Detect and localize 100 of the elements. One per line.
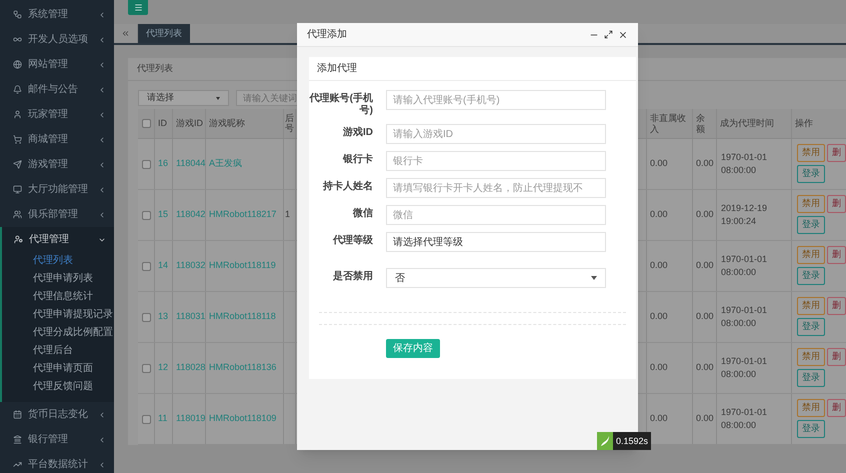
disable-button[interactable]: 禁用 [797,195,825,213]
id-link[interactable]: 15 [158,208,168,222]
delete-button[interactable]: 删 [827,348,846,366]
login-button[interactable]: 登录 [797,165,825,183]
tab[interactable]: 代理列表 [138,24,190,43]
checkbox[interactable] [142,210,150,220]
input-field[interactable]: 银行卡 [386,151,606,171]
login-button[interactable]: 登录 [797,420,825,438]
nickname-link[interactable]: HMRobot118118 [209,310,276,324]
id-link[interactable]: 11 [158,412,168,426]
cart-icon [13,135,22,144]
submenu-item[interactable]: 代理列表 [2,252,114,270]
id-link[interactable]: 13 [158,310,168,324]
sidebar-item[interactable]: 商城管理 [0,127,114,152]
disable-button[interactable]: 禁用 [797,246,825,264]
game-id-link[interactable]: 118019 [176,412,206,426]
game-id-link[interactable]: 118044 [176,157,206,171]
table-cell-text: 0.00 [650,157,668,170]
submenu-item[interactable]: 代理分成比例配置 [2,324,114,342]
disable-button[interactable]: 禁用 [797,348,825,366]
sidebar-item[interactable]: 平台数据统计 [0,452,114,473]
sidebar-item[interactable]: 玩家管理 [0,102,114,127]
nickname-link[interactable]: HMRobot118109 [209,412,276,426]
maximize-icon[interactable] [604,30,613,39]
delete-button[interactable]: 删 [827,297,846,315]
close-icon[interactable] [618,30,628,40]
sidebar-item[interactable]: 开发人员选项 [0,27,114,52]
bell-icon [13,85,22,94]
save-button[interactable]: 保存内容 [386,339,440,358]
sidebar-item[interactable]: 网站管理 [0,52,114,77]
table-cell-text: 1970-01-01 08:00:00 [721,354,768,381]
menu-button[interactable] [128,0,148,15]
login-button[interactable]: 登录 [797,216,825,234]
login-button[interactable]: 登录 [797,318,825,336]
submenu-item[interactable]: 代理后台 [2,342,114,360]
submenu-item[interactable]: 代理申请列表 [2,270,114,288]
send-icon [13,160,22,169]
delete-button[interactable]: 删 [827,399,846,417]
input-field[interactable]: 请输入游戏ID [386,124,606,144]
disable-button[interactable]: 禁用 [797,297,825,315]
sidebar-item[interactable]: 代理管理 [2,227,114,252]
game-id-link[interactable]: 118042 [176,208,206,222]
field-label: 持卡人姓名 [322,180,373,193]
submenu-item[interactable]: 代理申请页面 [2,360,114,378]
checkbox[interactable] [142,262,150,270]
game-id-link[interactable]: 118031 [176,310,206,324]
input-field[interactable]: 微信 [386,205,606,225]
table-cell-text: 1970-01-01 08:00:00 [721,406,768,432]
nickname-link[interactable]: A王发疯 [209,157,242,171]
form-title: 添加代理 [317,62,357,76]
id-link[interactable]: 12 [158,361,168,375]
disable-button[interactable]: 禁用 [797,144,825,162]
sidebar-item[interactable]: 俱乐部管理 [0,202,114,227]
table-cell-text: 0.00 [696,157,714,170]
field-label: 代理等级 [332,234,373,247]
sidebar-item[interactable]: 货币日志变化 [0,402,114,427]
sidebar-item[interactable]: 邮件与公告 [0,77,114,102]
checkbox[interactable] [142,119,150,128]
field-label: 游戏ID [342,126,373,139]
submenu-item[interactable]: 代理申请提现记录 [2,306,114,324]
column-header: 非直属收入 [650,112,687,134]
table-cell-text: 0.00 [650,259,668,272]
input-field[interactable]: 请输入代理账号(手机号) [386,90,606,110]
disable-button[interactable]: 禁用 [797,399,825,417]
delete-button[interactable]: 删 [827,195,846,213]
nickname-link[interactable]: HMRobot118217 [209,208,276,222]
sidebar-item[interactable]: 大厅功能管理 [0,177,114,202]
sidebar-item[interactable]: 银行管理 [0,427,114,452]
calendar-icon [13,410,22,419]
table-cell-text: 0.00 [650,208,668,222]
delete-button[interactable]: 删 [827,246,846,264]
nickname-link[interactable]: HMRobot118136 [209,361,276,375]
checkbox[interactable] [142,312,150,322]
infinity-icon [13,35,22,44]
input-field[interactable]: 请填写银行卡开卡人姓名，防止代理提现不 [386,178,606,198]
panel-title: 代理列表 [137,62,173,76]
input-field[interactable]: 请选择代理等级 [386,232,606,252]
submenu-item[interactable]: 代理信息统计 [2,288,114,306]
login-button[interactable]: 登录 [797,369,825,387]
login-button[interactable]: 登录 [797,267,825,285]
delete-button[interactable]: 删 [827,144,846,162]
submenu-item[interactable]: 代理反馈问题 [2,378,114,396]
table-cell-text: 0.00 [696,259,714,272]
select-field[interactable]: 否 [386,268,606,288]
user-gear-icon [14,235,23,244]
checkbox[interactable] [142,414,150,424]
checkbox[interactable] [142,364,150,372]
checkbox[interactable] [142,160,150,168]
user-icon [13,110,22,119]
sidebar-item[interactable]: 系统管理 [0,2,114,27]
dropdown-arrow-icon [216,96,220,100]
table-cell-text: 0.00 [650,412,668,426]
sidebar-item[interactable]: 游戏管理 [0,152,114,177]
id-link[interactable]: 14 [158,259,168,273]
game-id-link[interactable]: 118032 [176,259,206,273]
category-select[interactable]: 请选择 [138,90,229,106]
nickname-link[interactable]: HMRobot118119 [209,259,276,273]
id-link[interactable]: 16 [158,157,168,171]
game-id-link[interactable]: 118028 [176,361,206,375]
table-cell-text: 2019-12-19 19:00:24 [721,202,768,228]
